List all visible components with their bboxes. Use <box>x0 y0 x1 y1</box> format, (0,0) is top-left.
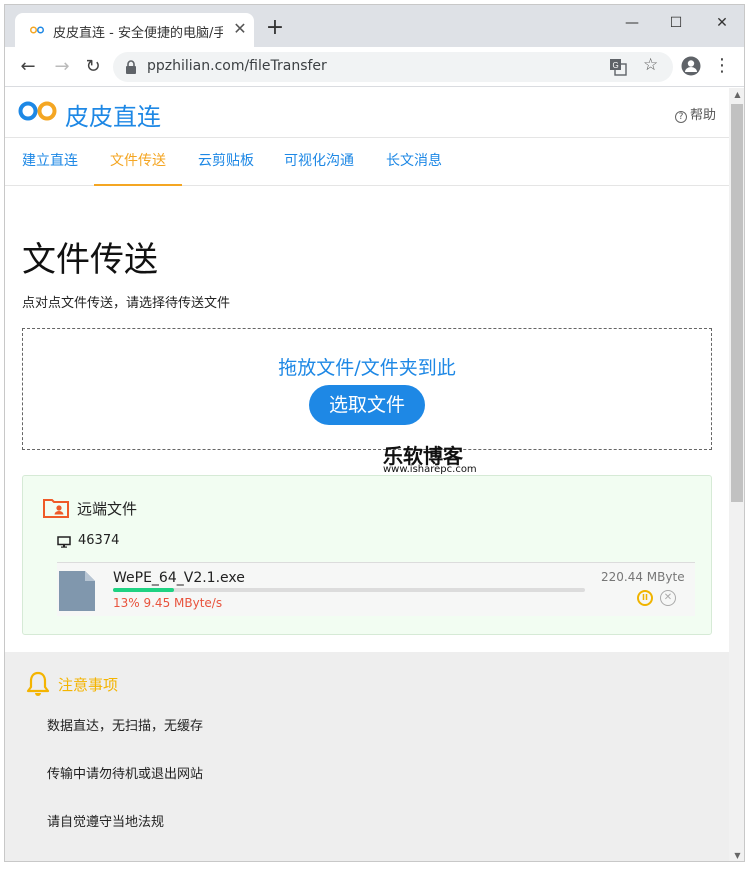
tab-connect[interactable]: 建立直连 <box>13 139 87 186</box>
lock-icon <box>126 60 136 74</box>
infinity-icon <box>30 26 44 34</box>
transfer-progress-bar <box>113 588 585 592</box>
file-name: WePE_64_V2.1.exe <box>113 570 245 586</box>
remote-files-panel: 远端文件 46374 WePE_64_V2.1.exe 220.44 MByte… <box>22 475 712 635</box>
browser-tab[interactable]: 皮皮直连 - 安全便捷的电脑/手机 ✕ <box>15 13 254 47</box>
notice-item: 请自觉遵守当地法规 <box>47 815 165 830</box>
browser-window: 皮皮直连 - 安全便捷的电脑/手机 ✕ + — ☐ ✕ ← → ↻ ppzhil… <box>4 4 745 862</box>
site-header: 皮皮直连 ? 帮助 <box>5 88 729 138</box>
bell-icon <box>26 671 50 696</box>
notice-item: 数据直达，无扫描，无缓存 <box>47 719 204 734</box>
back-button[interactable]: ← <box>16 55 40 79</box>
close-window-button[interactable]: ✕ <box>702 11 742 35</box>
scroll-thumb[interactable] <box>731 104 743 502</box>
page-title: 文件传送 <box>22 240 158 280</box>
tab-title: 皮皮直连 - 安全便捷的电脑/手机 <box>53 26 223 41</box>
main-nav: 建立直连 文件传送 云剪贴板 可视化沟通 长文消息 <box>5 139 729 186</box>
account-icon[interactable] <box>681 56 701 76</box>
notice-title: 注意事项 <box>58 676 119 694</box>
folder-user-icon <box>43 499 69 518</box>
page-subtitle: 点对点文件传送，请选择待传送文件 <box>22 296 231 311</box>
pick-file-button[interactable]: 选取文件 <box>309 385 425 425</box>
page-viewport: 皮皮直连 ? 帮助 建立直连 文件传送 云剪贴板 可视化沟通 长文消息 文件传送 … <box>5 88 729 861</box>
transfer-progress-fill <box>113 588 175 592</box>
file-size: 220.44 MByte <box>601 570 685 584</box>
help-label: 帮助 <box>690 108 717 123</box>
logo-icon[interactable] <box>17 100 59 122</box>
reload-button[interactable]: ↻ <box>81 55 105 79</box>
scroll-up-arrow[interactable]: ▲ <box>729 88 744 102</box>
tab-visual-chat[interactable]: 可视化沟通 <box>275 139 363 186</box>
monitor-icon <box>57 536 71 548</box>
tab-cloud-clipboard[interactable]: 云剪贴板 <box>189 139 263 186</box>
url-text: ppzhilian.com/fileTransfer <box>147 58 327 74</box>
minimize-button[interactable]: — <box>612 11 652 35</box>
page-scrollbar[interactable]: ▲ ▼ <box>729 88 744 861</box>
bookmark-star-icon[interactable]: ☆ <box>643 55 658 75</box>
tab-close-icon[interactable]: ✕ <box>230 19 250 39</box>
translate-icon[interactable]: G <box>609 58 627 76</box>
tab-long-message[interactable]: 长文消息 <box>377 139 451 186</box>
forward-button[interactable]: → <box>50 55 74 79</box>
remote-files-title: 远端文件 <box>77 500 138 518</box>
transfer-file-row: WePE_64_V2.1.exe 220.44 MByte 13% 9.45 M… <box>57 562 695 616</box>
cancel-icon[interactable]: ✕ <box>660 590 676 606</box>
notice-section: 注意事项 数据直达，无扫描，无缓存 传输中请勿待机或退出网站 请自觉遵守当地法规 <box>5 652 729 861</box>
scroll-down-arrow[interactable]: ▼ <box>729 849 744 861</box>
new-tab-button[interactable]: + <box>263 17 287 41</box>
watermark: 乐软博客 www.isharepc.com <box>383 440 493 480</box>
file-dropzone[interactable]: 拖放文件/文件夹到此 选取文件 <box>22 328 712 450</box>
file-icon <box>59 571 95 611</box>
tab-file-transfer[interactable]: 文件传送 <box>94 139 182 186</box>
browser-toolbar: ← → ↻ ppzhilian.com/fileTransfer G ☆ ⋮ <box>5 47 744 87</box>
maximize-button[interactable]: ☐ <box>656 11 696 35</box>
svg-text:G: G <box>613 61 619 70</box>
notice-item: 传输中请勿待机或退出网站 <box>47 767 204 782</box>
watermark-url: www.isharepc.com <box>383 464 477 475</box>
dropzone-text: 拖放文件/文件夹到此 <box>278 357 456 379</box>
transfer-status: 13% 9.45 MByte/s <box>113 596 223 610</box>
device-id: 46374 <box>78 533 120 548</box>
help-icon: ? <box>675 111 687 123</box>
help-link[interactable]: ? 帮助 <box>675 104 716 123</box>
pause-icon[interactable]: II <box>637 590 653 606</box>
address-bar[interactable]: ppzhilian.com/fileTransfer G ☆ <box>113 52 673 82</box>
tab-strip: 皮皮直连 - 安全便捷的电脑/手机 ✕ + — ☐ ✕ <box>5 5 744 47</box>
more-menu-icon[interactable]: ⋮ <box>713 54 731 78</box>
site-logo-text[interactable]: 皮皮直连 <box>65 97 161 132</box>
